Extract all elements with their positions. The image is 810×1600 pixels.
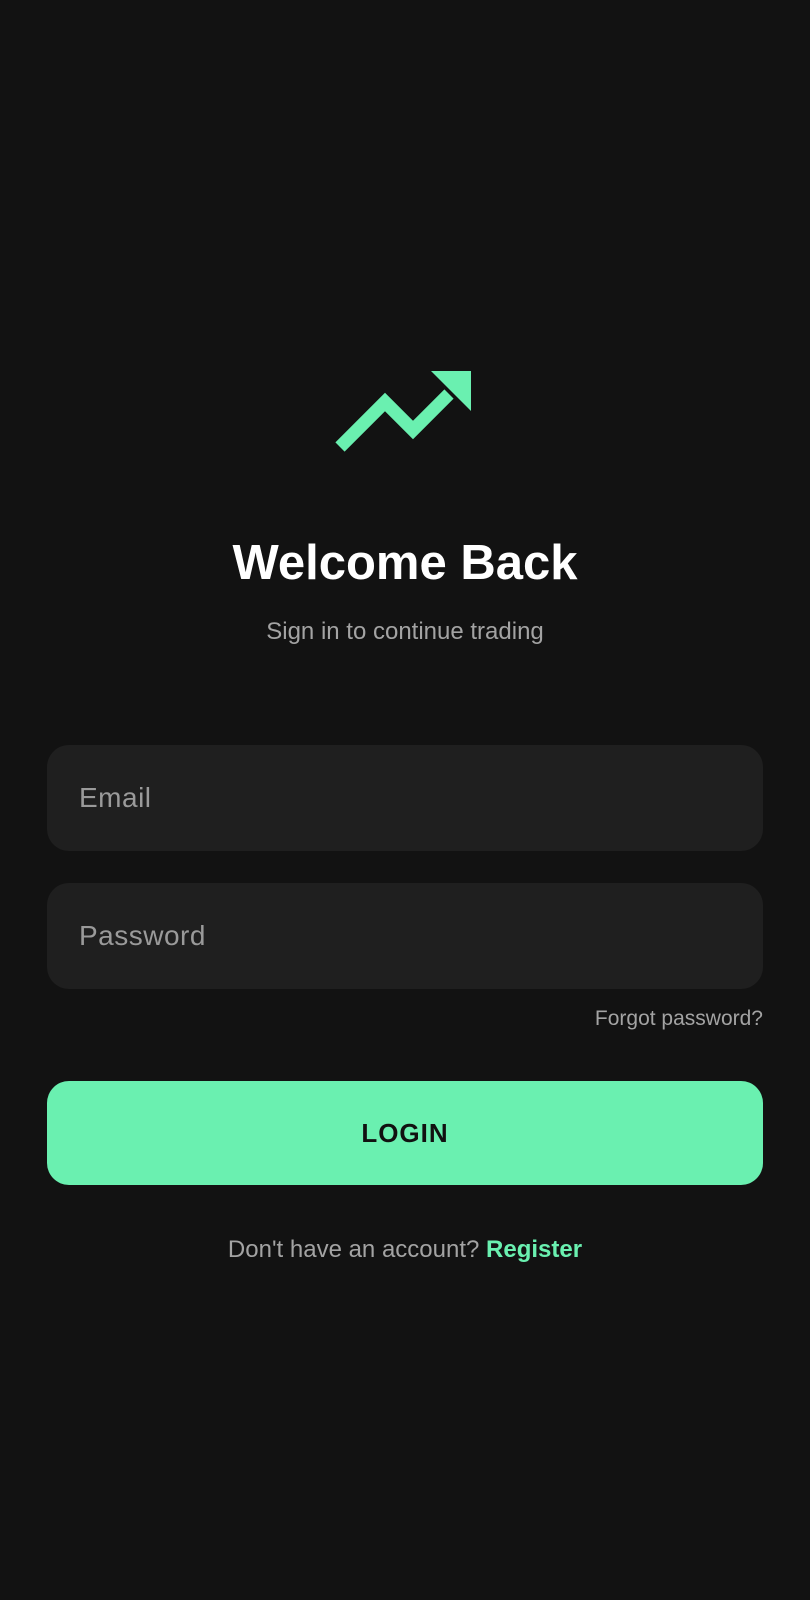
register-prompt: Don't have an account? — [227, 1236, 487, 1263]
password-field[interactable] — [47, 883, 763, 989]
register-link[interactable]: Register — [486, 1236, 582, 1263]
forgot-password-link[interactable]: Forgot password? — [595, 1005, 763, 1033]
page-subtitle: Sign in to continue trading — [266, 618, 544, 645]
email-field[interactable] — [47, 745, 763, 851]
page-title: Welcome Back — [232, 536, 578, 590]
login-button[interactable]: LOGIN — [47, 1081, 763, 1185]
register-row: Don't have an account? Register — [0, 1234, 810, 1266]
trending-up-icon — [335, 368, 475, 452]
